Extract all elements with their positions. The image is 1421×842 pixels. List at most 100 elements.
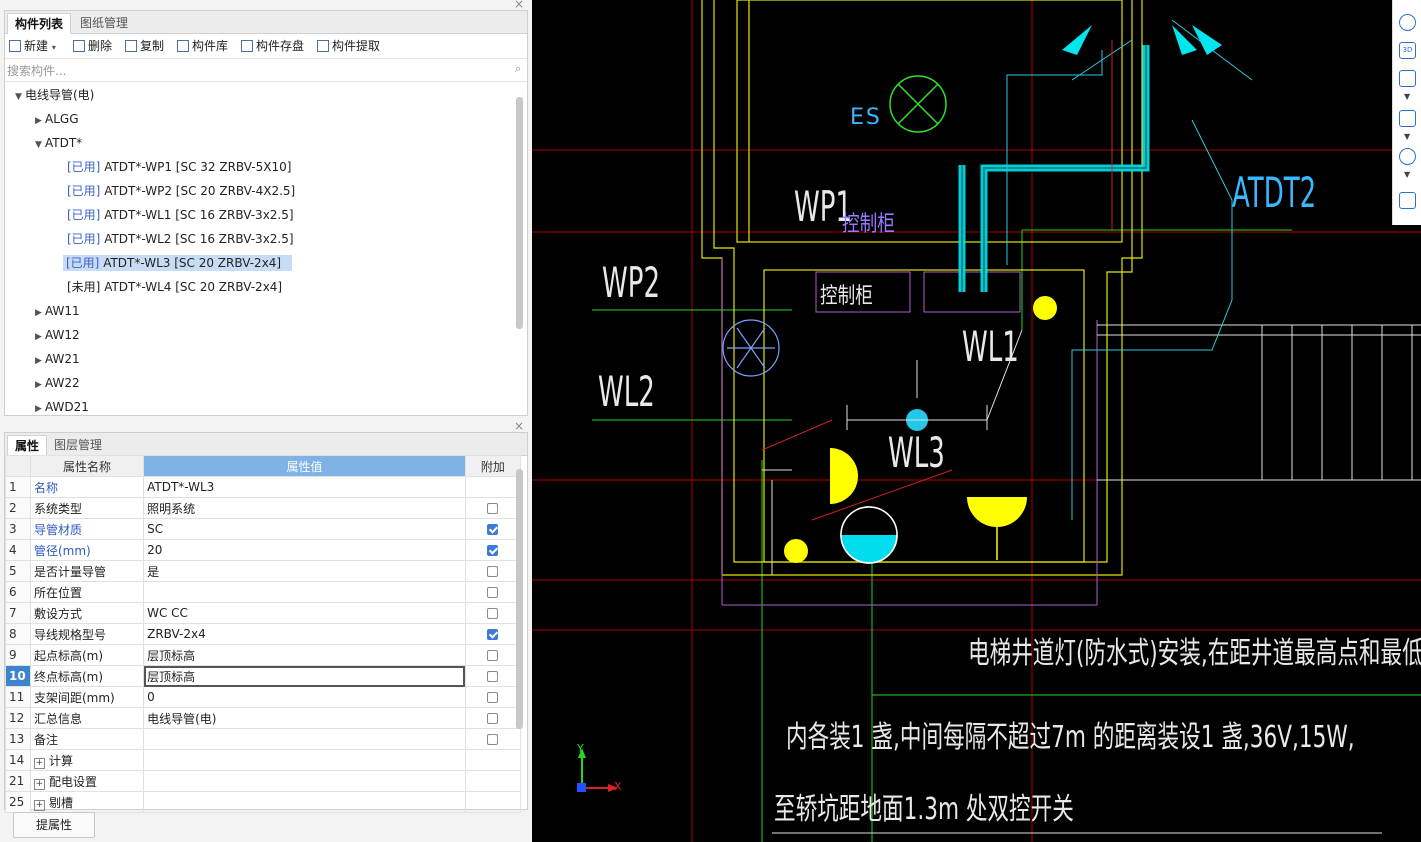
property-row[interactable]: 25 + 剔槽 [5,791,522,813]
property-value[interactable] [143,770,466,792]
property-name: 是否计量导管 [29,560,145,582]
new-button[interactable]: 新建 ▾ [9,37,56,55]
delete-button[interactable]: 删除 [73,37,112,55]
property-row[interactable]: 1 名称 ATDT*-WL3 [5,476,522,498]
tree-group-algg[interactable]: ▶ ALGG [35,108,79,130]
rotate-icon[interactable] [1399,148,1416,165]
property-value[interactable]: 20 [143,539,466,561]
tree-item-wp2[interactable]: [已用] ATDT*-WP2 [SC 20 ZRBV-4X2.5] [67,180,295,202]
expand-plus-icon[interactable]: + [33,778,45,790]
property-scrollbar[interactable] [516,469,523,729]
property-value[interactable]: 层顶标高 [143,665,466,687]
tree-item-wl3-selected[interactable]: [已用] ATDT*-WL3 [SC 20 ZRBV-2x4] [63,252,292,274]
tree-item-wl2[interactable]: [已用] ATDT*-WL2 [SC 16 ZRBV-3x2.5] [67,228,294,250]
property-value[interactable]: 是 [143,560,466,582]
extra-checkbox[interactable] [487,671,499,682]
expand-arrow-icon[interactable]: ▶ [35,326,45,348]
property-row[interactable]: 4 管径(mm) 20 [5,539,522,561]
property-row[interactable]: 13 备注 [5,728,522,750]
cad-canvas[interactable]: ES WP1 控制柜 WP2 控制柜 WL1 WL2 WL3 ATDT2 电梯井… [532,0,1421,842]
box-view-icon[interactable] [1399,110,1416,127]
search-input[interactable]: 搜索构件... [7,62,66,79]
extra-checkbox[interactable] [487,608,499,619]
property-value[interactable]: 电线导管(电) [143,707,466,729]
expand-arrow-icon[interactable]: ▶ [35,398,45,415]
tab-drawing-management[interactable]: 图纸管理 [73,13,135,33]
view-list-icon[interactable] [1399,192,1416,209]
close-icon[interactable]: × [514,419,528,433]
extract-property-button[interactable]: 提属性 [13,812,95,838]
extra-checkbox[interactable] [487,629,499,640]
tree-group-atdt[interactable]: ▼ ATDT* [35,132,82,154]
property-value[interactable]: 0 [143,686,466,708]
copy-button[interactable]: 复制 [125,37,164,55]
extra-checkbox[interactable] [487,692,499,703]
extra-checkbox[interactable] [487,650,499,661]
extra-checkbox[interactable] [487,524,499,535]
property-row[interactable]: 6 所在位置 [5,581,522,603]
collapse-arrow-icon[interactable]: ▼ [35,134,45,156]
dropdown-arrow-icon[interactable]: ▾ [52,43,56,52]
property-value[interactable]: ATDT*-WL3 [143,476,466,498]
extra-checkbox[interactable] [487,503,499,514]
property-value[interactable]: 照明系统 [143,497,466,519]
property-value[interactable] [143,749,466,771]
search-icon[interactable]: ⌕ [515,62,521,76]
extra-checkbox[interactable] [487,713,499,724]
extra-checkbox[interactable] [487,566,499,577]
component-library-button[interactable]: 构件库 [177,37,228,55]
chevron-down-icon[interactable]: ▼ [1404,132,1410,141]
extra-checkbox[interactable] [487,734,499,745]
tree-item-wl4[interactable]: [未用] ATDT*-WL4 [SC 20 ZRBV-2x4] [67,276,282,298]
property-row[interactable]: 21 + 配电设置 [5,770,522,792]
extract-component-button[interactable]: 构件提取 [317,37,380,55]
tree-group-aw21[interactable]: ▶ AW21 [35,348,80,370]
expand-arrow-icon[interactable]: ▶ [35,110,45,132]
property-row[interactable]: 7 敷设方式 WC CC [5,602,522,624]
chevron-down-icon[interactable]: ▼ [1404,170,1410,179]
tab-layer-management[interactable]: 图层管理 [47,435,109,455]
property-value[interactable] [143,728,466,750]
tree-group-awd21[interactable]: ▶ AWD21 [35,396,89,415]
property-row[interactable]: 3 导管材质 SC [5,518,522,540]
tree-root[interactable]: ▼ 电线导管(电) [15,84,94,106]
tab-component-list[interactable]: 构件列表 [7,13,72,34]
expand-arrow-icon[interactable]: ▶ [35,302,45,324]
property-value[interactable]: SC [143,518,466,540]
expand-plus-icon[interactable]: + [33,757,45,769]
cube-view-icon[interactable] [1399,70,1416,87]
property-row[interactable]: 2 系统类型 照明系统 [5,497,522,519]
orbit-icon[interactable] [1399,14,1416,31]
property-value[interactable]: WC CC [143,602,466,624]
property-value[interactable]: ZRBV-2x4 [143,623,466,645]
collapse-arrow-icon[interactable]: ▼ [15,86,25,108]
property-extra [464,665,522,687]
tree-scrollbar[interactable] [516,97,523,329]
save-component-button[interactable]: 构件存盘 [241,37,304,55]
tab-properties[interactable]: 属性 [7,435,48,456]
property-row[interactable]: 14 + 计算 [5,749,522,771]
tree-group-aw22[interactable]: ▶ AW22 [35,372,80,394]
view-3d-button[interactable]: 3D [1399,42,1416,59]
property-row[interactable]: 11 支架间距(mm) 0 [5,686,522,708]
property-row[interactable]: 12 汇总信息 电线导管(电) [5,707,522,729]
expand-arrow-icon[interactable]: ▶ [35,350,45,372]
close-icon[interactable]: × [514,0,528,11]
property-value[interactable]: 层顶标高 [143,644,466,666]
component-search[interactable]: 搜索构件... ⌕ [5,59,527,82]
property-row[interactable]: 10 终点标高(m) 层顶标高 [5,665,522,687]
property-row[interactable]: 8 导线规格型号 ZRBV-2x4 [5,623,522,645]
expand-arrow-icon[interactable]: ▶ [35,374,45,396]
chevron-down-icon[interactable]: ▼ [1404,92,1410,101]
property-value[interactable] [143,791,466,813]
property-value[interactable] [143,581,466,603]
tree-group-aw11[interactable]: ▶ AW11 [35,300,80,322]
extra-checkbox[interactable] [487,587,499,598]
tree-item-wp1[interactable]: [已用] ATDT*-WP1 [SC 32 ZRBV-5X10] [67,156,291,178]
extra-checkbox[interactable] [487,545,499,556]
tree-group-aw12[interactable]: ▶ AW12 [35,324,80,346]
property-row[interactable]: 5 是否计量导管 是 [5,560,522,582]
expand-plus-icon[interactable]: + [33,799,45,811]
property-row[interactable]: 9 起点标高(m) 层顶标高 [5,644,522,666]
tree-item-wl1[interactable]: [已用] ATDT*-WL1 [SC 16 ZRBV-3x2.5] [67,204,294,226]
